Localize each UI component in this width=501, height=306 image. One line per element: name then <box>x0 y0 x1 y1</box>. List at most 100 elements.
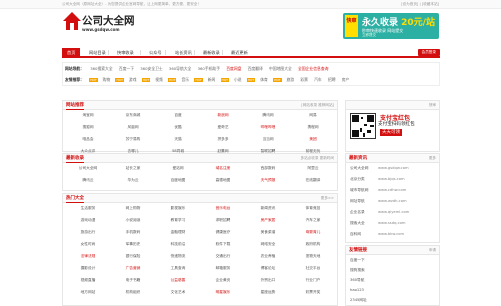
login-button[interactable]: 会员登录 <box>417 49 440 56</box>
site-link[interactable]: 站长之家 <box>110 166 156 171</box>
hot-link[interactable]: 房产 <box>342 77 350 82</box>
hot-link[interactable]: 音乐 <box>181 77 189 82</box>
site-link[interactable]: 淘宝网 <box>65 113 111 118</box>
site-link[interactable]: 西部数码 <box>245 166 291 171</box>
hot-link[interactable]: 360安全卫士 <box>140 66 162 71</box>
hot-link[interactable]: 视频 <box>155 77 163 82</box>
nav-recent[interactable]: 最近更新 <box>226 48 253 58</box>
site-link[interactable]: 爱奇艺 <box>200 125 246 130</box>
site-link[interactable]: 汽车之家 <box>290 218 336 223</box>
pay-button[interactable]: 天天可领 <box>380 129 402 136</box>
hot-link[interactable]: 百度网盘 <box>226 66 241 71</box>
site-link[interactable]: 新闻资讯 <box>245 206 291 211</box>
friend-link[interactable]: 360导航 <box>350 278 436 283</box>
site-link[interactable]: 文化艺术 <box>155 290 201 295</box>
hot-link[interactable]: 购物 <box>103 77 111 82</box>
site-link[interactable]: 农业养殖 <box>245 254 291 259</box>
site-link[interactable]: 搜狐网 <box>65 125 111 130</box>
site-link[interactable]: 教育学习 <box>155 218 201 223</box>
hot-link[interactable]: 中国地图大全 <box>269 66 292 71</box>
site-link[interactable]: 小说阅读 <box>110 218 156 223</box>
site-link[interactable]: 百度地图 <box>155 178 201 183</box>
site-link[interactable]: 科技前沿 <box>155 242 201 247</box>
site-link[interactable]: 明星娱乐 <box>200 290 246 295</box>
friend-link[interactable]: 百度一下 <box>350 258 436 263</box>
site-link[interactable]: 快递物流 <box>155 254 201 259</box>
side-more-link[interactable]: 申请 <box>429 248 436 253</box>
nav-official-account[interactable]: 公众号 <box>144 48 167 58</box>
site-link[interactable]: 军事历史 <box>110 242 156 247</box>
panel-more-link[interactable]: [网站收录 推荐网站] <box>301 103 334 108</box>
hot-link[interactable]: 彩票 <box>300 77 308 82</box>
site-link[interactable]: 银行保险 <box>110 254 156 259</box>
site-link[interactable]: 宠物天地 <box>290 254 336 259</box>
site-link[interactable]: 哔哩哔哩 <box>245 125 291 130</box>
site-link[interactable]: 金融理财 <box>155 230 201 235</box>
site-link[interactable]: 机构组织 <box>110 290 156 295</box>
site-link[interactable]: 新浪网 <box>200 113 246 118</box>
site-link[interactable]: 社交平台 <box>290 266 336 271</box>
site-link[interactable]: 交通出行 <box>200 254 246 259</box>
site-link[interactable]: 腾讯网 <box>245 113 291 118</box>
site-link[interactable]: 当当网 <box>245 137 291 142</box>
site-link[interactable]: 美食菜谱 <box>245 230 291 235</box>
site-link[interactable]: 天猫 <box>155 137 201 142</box>
site-link[interactable]: 网上购物 <box>110 206 156 211</box>
site-link[interactable]: 生活服务 <box>65 206 111 211</box>
site-link[interactable]: 摄影设计 <box>65 266 111 271</box>
site-link[interactable]: 电子书籍 <box>110 278 156 283</box>
site-link[interactable]: 携程网 <box>290 125 336 130</box>
site-link[interactable]: 影视娱乐 <box>155 206 201 211</box>
site-link[interactable]: 法律法规 <box>65 254 111 259</box>
site-link[interactable]: 旅游出行 <box>65 230 111 235</box>
site-link[interactable]: 母婴育儿 <box>290 230 336 235</box>
hot-link[interactable]: 全国企业信息查询 <box>298 66 328 71</box>
site-link[interactable]: 视频直播 <box>65 278 111 283</box>
site-link[interactable]: 外贸出口 <box>245 278 291 283</box>
hot-link[interactable]: 招聘 <box>328 77 336 82</box>
alipay-redpacket[interactable]: 支付宝红包 支付宝扫码领红包 天天可领 <box>378 113 436 141</box>
site-link[interactable]: 博客论坛 <box>245 266 291 271</box>
friend-link[interactable]: 2345网址 <box>350 298 436 303</box>
news-item[interactable]: 百科网 www.bkw.com <box>350 232 436 237</box>
site-link[interactable]: 在线翻译 <box>290 178 336 183</box>
nav-directory[interactable]: 网站目录 <box>84 48 111 58</box>
site-link[interactable]: 网络安全 <box>245 242 291 247</box>
site-link[interactable]: 爱站网 <box>155 166 201 171</box>
site-link[interactable]: 求职招聘 <box>200 218 246 223</box>
site-link[interactable]: 华为云 <box>110 178 156 183</box>
nav-news[interactable]: 站长资讯 <box>170 48 197 58</box>
site-link[interactable]: 游戏动漫 <box>65 218 111 223</box>
hot-link[interactable]: 小说 <box>234 77 242 82</box>
site-link[interactable]: 公司大全网 <box>65 166 111 171</box>
site-link[interactable]: 优酷 <box>155 125 201 130</box>
site-link[interactable]: 天气预报 <box>245 178 291 183</box>
hot-link[interactable]: 汽车 <box>314 77 322 82</box>
news-item[interactable]: 北京分类 www.bjqs.com <box>350 177 436 182</box>
site-link[interactable]: 彩票开奖 <box>290 290 336 295</box>
friend-link[interactable]: hao123 <box>350 288 436 292</box>
site-link[interactable]: 公益慈善 <box>155 278 201 283</box>
set-homepage-links[interactable]: [设为首页] | [收藏本站] <box>401 2 439 7</box>
site-link[interactable]: 星座运势 <box>245 290 291 295</box>
news-item[interactable]: 网址导航 www.wzdh.com <box>350 199 436 204</box>
hot-link[interactable]: 旅游 <box>287 77 295 82</box>
hot-link[interactable]: 百度翻译 <box>248 66 263 71</box>
site-link[interactable]: 地方网站 <box>65 290 111 295</box>
hot-link[interactable]: 360搜索大全 <box>90 66 112 71</box>
site-logo[interactable]: 公司大全网 www.gsdqw.com <box>62 11 135 39</box>
news-item[interactable]: 企业名录 www.qiyeml.com <box>350 210 436 215</box>
site-link[interactable]: 手机数码 <box>110 230 156 235</box>
hot-link[interactable]: 新闻 <box>208 77 216 82</box>
news-item[interactable]: 搜索大全 www.ssdq.com <box>350 221 436 226</box>
site-link[interactable]: 凤凰网 <box>110 125 156 130</box>
site-link[interactable]: 企业黄页 <box>200 278 246 283</box>
news-item[interactable]: 公司大全网 www.gsdqw.com <box>350 166 436 171</box>
nav-home[interactable]: 首页 <box>62 48 81 58</box>
site-link[interactable]: 域名注册 <box>200 166 246 171</box>
site-link[interactable]: 广告营销 <box>110 266 156 271</box>
hot-link[interactable]: 游戏 <box>129 77 137 82</box>
site-link[interactable]: 美团 <box>290 137 336 142</box>
site-link[interactable]: 唯品会 <box>65 137 111 142</box>
nav-quick-review[interactable]: 快审收录 <box>112 48 139 58</box>
